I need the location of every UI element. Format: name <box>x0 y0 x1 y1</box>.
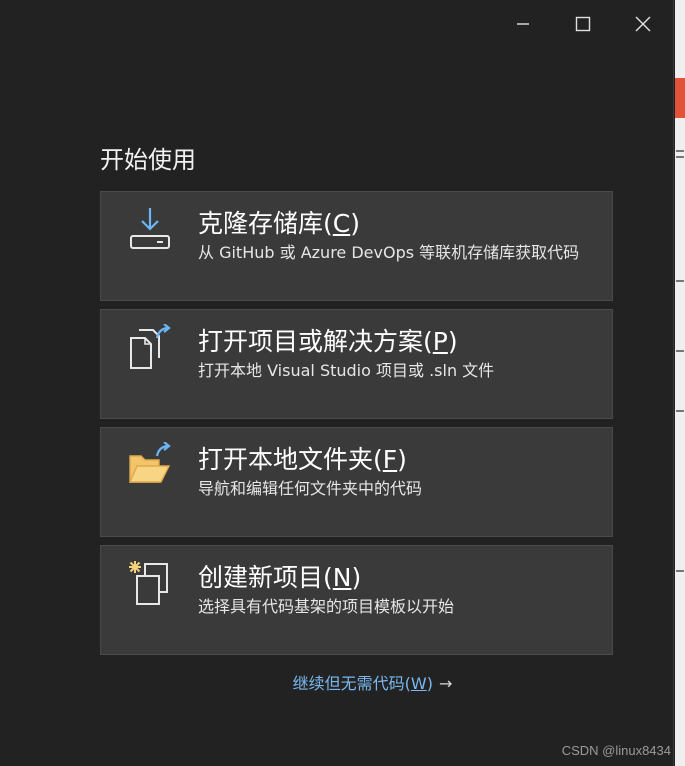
clone-repo-icon <box>130 208 170 249</box>
open-folder-card[interactable]: 打开本地文件夹(F) 导航和编辑任何文件夹中的代码 <box>100 427 613 537</box>
card-title: 克隆存储库(C) <box>198 209 360 238</box>
background-app-mark <box>676 570 684 572</box>
continue-link-key: W <box>410 674 427 693</box>
open-project-icon <box>130 324 171 369</box>
window-controls <box>493 6 673 42</box>
background-app-strip <box>675 0 685 766</box>
background-app-mark <box>676 150 684 152</box>
arrow-right-icon: → <box>438 674 453 693</box>
start-window: 开始使用 克隆存储库(C) 从 GitHub 或 Azure DevOps 等联… <box>0 0 674 766</box>
page-title: 开始使用 <box>100 146 196 174</box>
background-app-mark <box>676 350 684 352</box>
card-description: 导航和编辑任何文件夹中的代码 <box>198 479 423 498</box>
continue-without-code-link[interactable]: 继续但无需代码(W) → <box>0 670 685 694</box>
card-title: 打开项目或解决方案(P) <box>198 327 458 356</box>
open-folder-icon <box>128 442 171 483</box>
close-button[interactable] <box>613 6 673 42</box>
create-project-card[interactable]: 创建新项目(N) 选择具有代码基架的项目模板以开始 <box>100 545 613 655</box>
minimize-icon <box>517 23 529 25</box>
background-app-mark <box>676 410 684 412</box>
maximize-button[interactable] <box>553 6 613 42</box>
continue-link-label-end: ) <box>426 674 433 693</box>
maximize-icon <box>575 16 591 32</box>
watermark: CSDN @linux8434 <box>561 743 671 758</box>
clone-repository-card[interactable]: 克隆存储库(C) 从 GitHub 或 Azure DevOps 等联机存储库获… <box>100 191 613 301</box>
card-description: 选择具有代码基架的项目模板以开始 <box>198 597 455 616</box>
card-description: 从 GitHub 或 Azure DevOps 等联机存储库获取代码 <box>198 243 580 262</box>
new-project-icon <box>129 561 168 605</box>
card-title: 打开本地文件夹(F) <box>198 445 407 474</box>
close-icon <box>635 16 651 32</box>
open-project-card[interactable]: 打开项目或解决方案(P) 打开本地 Visual Studio 项目或 .sln… <box>100 309 613 419</box>
card-title: 创建新项目(N) <box>198 563 362 592</box>
background-app-mark <box>676 280 684 282</box>
background-app-accent <box>675 78 685 118</box>
card-description: 打开本地 Visual Studio 项目或 .sln 文件 <box>198 361 495 380</box>
minimize-button[interactable] <box>493 6 553 42</box>
continue-link-label: 继续但无需代码( <box>292 674 411 693</box>
background-app-mark <box>676 156 684 158</box>
